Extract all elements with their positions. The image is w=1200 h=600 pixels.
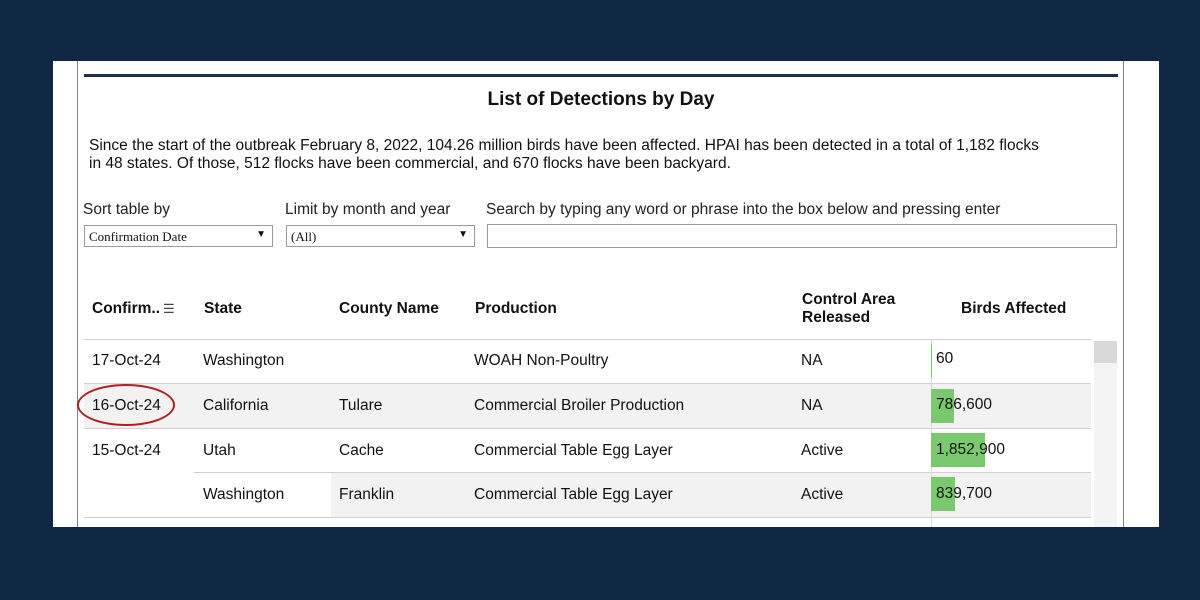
column-header-control-line1: Control Area [802, 291, 896, 308]
cell-birds-affected: 60 [936, 350, 954, 367]
row-divider [194, 472, 1091, 473]
sort-dropdown[interactable]: Confirmation Date ▼ [84, 225, 273, 247]
cell-production: Commercial Table Egg Layer [474, 442, 673, 459]
birds-bar [931, 344, 932, 378]
cell-state: Washington [203, 352, 285, 369]
column-header-control-line2: Released [802, 309, 871, 326]
cell-county: Tulare [339, 397, 383, 414]
page-title: List of Detections by Day [487, 89, 715, 110]
highlight-circle [77, 384, 175, 426]
column-header-control-area[interactable]: Control Area Released [802, 291, 895, 327]
row-divider [84, 383, 1091, 384]
column-header-county[interactable]: County Name [339, 300, 439, 318]
cell-control-area: Active [801, 486, 844, 503]
cell-county: Franklin [339, 486, 395, 503]
cell-production: WOAH Non-Poultry [474, 352, 609, 369]
outbreak-summary: Since the start of the outbreak February… [89, 137, 1039, 172]
cell-county: Cache [339, 442, 384, 459]
title-rule [84, 74, 1118, 77]
column-header-production[interactable]: Production [475, 300, 557, 318]
cell-production: Commercial Broiler Production [474, 397, 685, 414]
chevron-down-icon: ▼ [458, 229, 468, 240]
month-dropdown[interactable]: (All) ▼ [286, 225, 475, 247]
column-header-confirmation[interactable]: Confirm.. ☰ [92, 300, 175, 318]
sort-label: Sort table by [83, 201, 171, 218]
search-input[interactable] [487, 224, 1117, 248]
month-dropdown-value: (All) [291, 229, 317, 244]
row-divider [84, 428, 1091, 429]
scrollbar-thumb[interactable] [1094, 341, 1117, 363]
cell-state: Utah [203, 442, 236, 459]
header-divider [84, 339, 1091, 340]
cell-birds-affected: 839,700 [936, 485, 993, 502]
cell-birds-affected: 786,600 [936, 396, 993, 413]
cell-state: Washington [203, 486, 285, 503]
search-label: Search by typing any word or phrase into… [486, 201, 1001, 218]
cell-control-area: NA [801, 397, 823, 414]
cell-birds-affected: 1,852,900 [936, 441, 1005, 458]
month-label: Limit by month and year [285, 201, 451, 218]
cell-date: 15-Oct-24 [92, 442, 161, 459]
column-header-confirmation-label: Confirm.. [92, 300, 161, 317]
cell-control-area: Active [801, 442, 844, 459]
column-header-birds-affected[interactable]: Birds Affected [961, 300, 1066, 318]
sort-icon[interactable]: ☰ [163, 301, 175, 316]
cell-state: California [203, 397, 269, 414]
row-divider [84, 517, 1091, 518]
panel-border-right [1123, 61, 1124, 527]
cell-date: 17-Oct-24 [92, 352, 161, 369]
chevron-down-icon: ▼ [256, 229, 266, 240]
column-header-state[interactable]: State [204, 300, 242, 318]
dashboard-panel: List of Detections by Day Since the star… [53, 61, 1159, 527]
cell-production: Commercial Table Egg Layer [474, 486, 673, 503]
sort-dropdown-value: Confirmation Date [89, 229, 187, 244]
cell-control-area: NA [801, 352, 823, 369]
panel-border-left [77, 61, 78, 527]
scrollbar-track[interactable] [1094, 363, 1117, 527]
